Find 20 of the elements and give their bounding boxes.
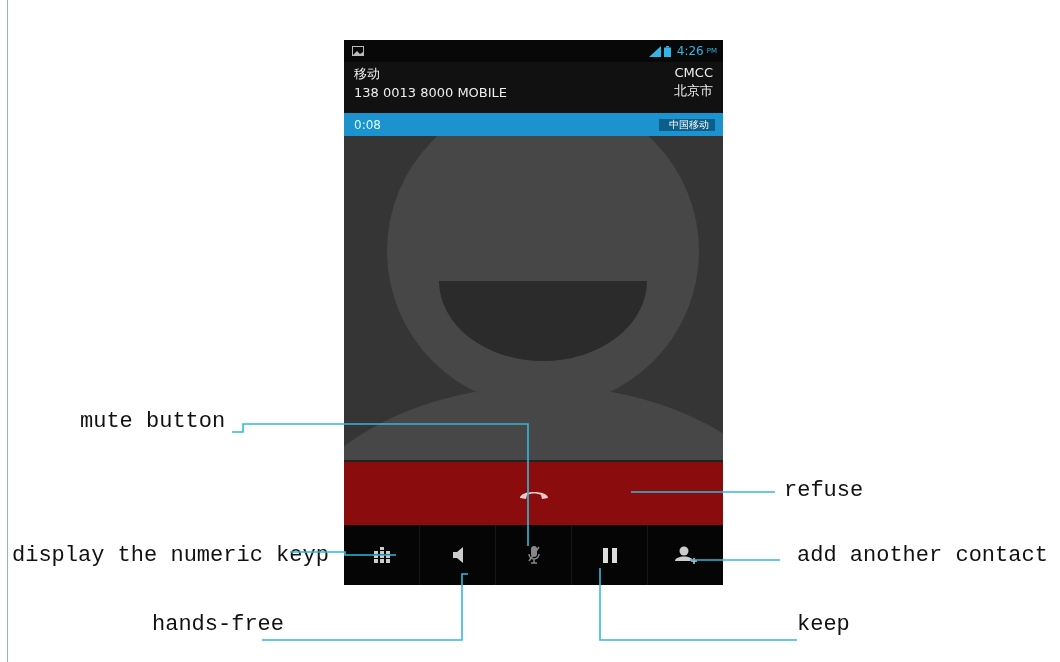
image-icon: [352, 46, 364, 56]
callout-label: refuse: [784, 478, 864, 504]
call-duration: 0:08: [354, 117, 381, 132]
pause-icon: [602, 547, 617, 563]
callout-label: mute button: [80, 409, 226, 435]
carrier-name: CMCC: [674, 65, 713, 80]
signal-icon: [648, 45, 661, 57]
caller-location: 北京市: [674, 82, 713, 100]
callout-label: keep: [797, 612, 850, 638]
caller-number: 138 0013 8000 MOBILE: [354, 85, 508, 100]
status-time: 4:26: [676, 44, 704, 58]
callout-label: add another contact: [797, 543, 1048, 569]
speaker-icon: [452, 547, 463, 563]
mute-microphone-icon: [527, 546, 540, 564]
network-tag: 中国移动: [659, 118, 715, 131]
battery-icon: [663, 45, 671, 57]
caller-label: 移动: [354, 65, 381, 83]
add-person-icon: [674, 546, 697, 564]
dial-pad-icon: [373, 547, 390, 563]
callout-label: hands-free: [152, 612, 285, 638]
